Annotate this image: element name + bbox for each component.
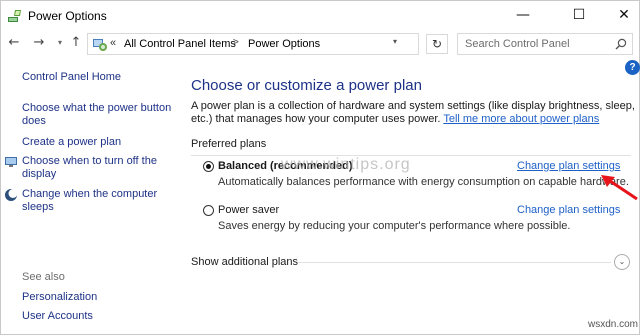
power-options-app-icon: [8, 10, 21, 22]
address-bar[interactable]: « All Control Panel Items > Power Option…: [87, 33, 419, 55]
breadcrumb-separator-icon[interactable]: >: [233, 37, 239, 48]
red-pointer-arrow-icon: [601, 175, 638, 201]
personalization-link[interactable]: Personalization: [22, 291, 174, 304]
sleep-moon-icon: [5, 189, 18, 201]
plan-description: Automatically balances performance with …: [218, 176, 629, 188]
power-options-window: Power Options — ☐ ✕ ← → ▾ ↑ « All Contro…: [0, 0, 640, 335]
preferred-plans-heading: Preferred plans: [191, 138, 267, 150]
turn-off-display-link[interactable]: Choose when to turn off the display: [22, 155, 174, 181]
window-title: Power Options: [28, 9, 107, 23]
control-panel-home-link[interactable]: Control Panel Home: [22, 71, 174, 84]
overflow-chevron[interactable]: «: [110, 37, 116, 49]
title-bar: Power Options — ☐ ✕: [1, 1, 639, 30]
display-icon: [5, 157, 17, 167]
forward-arrow-icon[interactable]: →: [30, 34, 48, 52]
see-also-label: See also: [22, 271, 65, 283]
search-input[interactable]: Search Control Panel: [457, 33, 633, 55]
watermark: www.wintips.org: [281, 156, 411, 173]
create-power-plan-link[interactable]: Create a power plan: [22, 136, 174, 149]
balanced-radio[interactable]: [203, 161, 214, 172]
change-plan-settings-link[interactable]: Change plan settings: [517, 160, 620, 172]
search-placeholder: Search Control Panel: [465, 38, 570, 50]
plan-balanced: Balanced (recommended) Automatically bal…: [203, 160, 633, 200]
main-content: ? Choose or customize a power plan A pow…: [183, 57, 640, 335]
up-arrow-icon[interactable]: ↑: [67, 34, 85, 52]
breadcrumb-all-control-panel-items[interactable]: All Control Panel Items: [124, 38, 236, 50]
left-navigation-pane: Control Panel Home Choose what the power…: [1, 57, 183, 335]
maximize-button[interactable]: ☐: [556, 1, 602, 30]
expand-chevron-icon[interactable]: ⌄: [614, 254, 630, 270]
back-arrow-icon[interactable]: ←: [5, 34, 23, 52]
show-additional-plans[interactable]: Show additional plans: [191, 256, 298, 268]
address-toolbar: ← → ▾ ↑ « All Control Panel Items > Powe…: [1, 30, 639, 57]
learn-more-link[interactable]: Tell me more about power plans: [443, 113, 599, 125]
breadcrumb-power-options[interactable]: Power Options: [248, 38, 320, 50]
page-title: Choose or customize a power plan: [191, 77, 422, 94]
power-button-link[interactable]: Choose what the power button does: [22, 102, 174, 128]
user-accounts-link[interactable]: User Accounts: [22, 310, 174, 323]
power-saver-radio[interactable]: [203, 205, 214, 216]
computer-sleeps-link[interactable]: Change when the computer sleeps: [22, 188, 174, 214]
section-divider: [191, 155, 631, 156]
address-dropdown-icon[interactable]: ▾: [393, 37, 397, 46]
intro-text: A power plan is a collection of hardware…: [191, 100, 637, 126]
control-panel-icon: [93, 39, 107, 51]
site-watermark: wsxdn.com: [588, 319, 639, 330]
change-plan-settings-link[interactable]: Change plan settings: [517, 204, 620, 216]
close-button[interactable]: ✕: [601, 1, 640, 30]
plan-description: Saves energy by reducing your computer's…: [218, 220, 571, 232]
help-icon[interactable]: ?: [625, 60, 640, 75]
refresh-button[interactable]: ↻: [426, 34, 448, 54]
plan-power-saver: Power saver Saves energy by reducing you…: [203, 204, 633, 244]
show-more-divider: [298, 262, 611, 263]
search-icon: [615, 38, 627, 50]
minimize-button[interactable]: —: [500, 1, 546, 30]
plan-name[interactable]: Power saver: [218, 204, 279, 216]
